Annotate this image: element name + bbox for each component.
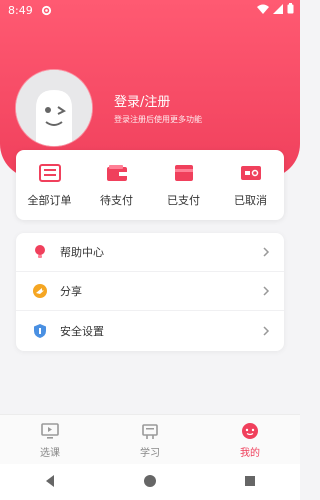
ticket-icon [239,163,263,183]
back-icon[interactable] [43,473,57,492]
battery-icon [287,3,294,17]
menu-item-help[interactable]: 帮助中心 [16,233,284,272]
tab-label: 选课 [40,447,60,459]
status-time: 8:49 [8,3,33,17]
tab-mine[interactable]: 我的 [215,422,285,459]
menu-label: 安全设置 [60,324,104,338]
tab-label: 学习 [140,447,160,459]
menu-label: 分享 [60,285,82,298]
shield-icon [32,323,48,339]
tab-label: 我的 [240,447,260,459]
order-item-cancelled[interactable]: 已取消 [221,163,281,208]
tab-study[interactable]: 学习 [115,422,185,459]
chevron-right-icon [262,286,270,296]
wallet-icon [105,163,129,183]
signal-icon [273,3,283,17]
menu-label: 帮助中心 [60,246,104,259]
profile-face-icon [240,422,260,440]
order-label: 已支付 [167,193,200,207]
order-item-all[interactable]: 全部订单 [20,163,80,208]
recents-icon[interactable] [243,473,257,492]
order-label: 已取消 [234,193,267,207]
monitor-icon [40,422,60,440]
help-bulb-icon [32,244,48,260]
order-item-paid[interactable]: 已支付 [154,163,214,208]
system-nav-bar [0,464,300,500]
order-label: 待支付 [100,193,133,207]
menu-item-security[interactable]: 安全设置 [16,311,284,350]
login-subtitle: 登录注册后使用更多功能 [114,115,202,124]
share-icon [32,283,48,299]
order-label: 全部订单 [27,193,72,207]
bottom-tab-bar: 选课 学习 我的 [0,414,300,465]
wifi-icon [257,4,269,17]
menu-card: 帮助中心 分享 安全设置 [16,233,284,351]
card-icon [172,163,196,183]
avatar[interactable] [16,70,92,146]
menu-item-share[interactable]: 分享 [16,272,284,311]
chevron-right-icon [262,325,270,336]
study-icon [140,422,160,440]
home-icon[interactable] [143,473,157,492]
order-list-icon [38,163,62,183]
profile-section[interactable]: 登录/注册 登录注册后使用更多功能 [16,70,202,146]
login-title[interactable]: 登录/注册 [114,91,202,110]
status-bar: 8:49 [0,0,300,20]
orders-card: 全部订单 待支付 已支付 已取消 [16,150,284,220]
tab-courses[interactable]: 选课 [15,422,85,459]
settings-gear-icon [41,5,52,16]
order-item-pending[interactable]: 待支付 [87,163,147,208]
chevron-right-icon [262,247,270,257]
